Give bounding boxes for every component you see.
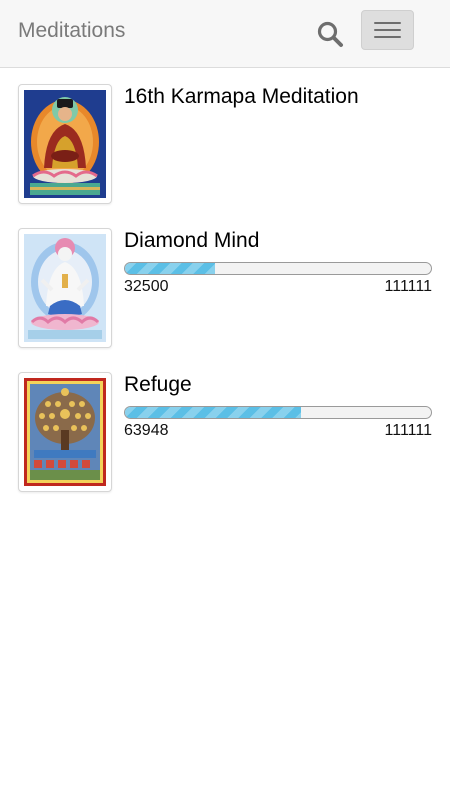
target-count: 111111 (384, 422, 432, 439)
progress-fill (125, 407, 302, 418)
target-count: 111111 (384, 278, 432, 295)
meditation-title: 16th Karmapa Meditation (124, 85, 359, 108)
app-header: Meditations (0, 0, 450, 68)
progress-bar (124, 262, 432, 275)
karmapa-thangka-image (18, 84, 112, 204)
search-button[interactable] (310, 14, 350, 54)
meditation-item-diamond-mind[interactable]: Diamond Mind 32500 111111 (0, 228, 450, 352)
meditation-item-karmapa[interactable]: 16th Karmapa Meditation (0, 84, 450, 208)
hamburger-menu-icon (374, 22, 401, 24)
refuge-tree-thangka-image (18, 372, 112, 492)
page-title: Meditations (18, 19, 126, 42)
search-icon (317, 21, 343, 47)
current-count: 32500 (124, 278, 169, 295)
menu-button[interactable] (361, 10, 414, 50)
meditation-title: Diamond Mind (124, 229, 260, 252)
meditation-item-refuge[interactable]: Refuge 63948 111111 (0, 372, 450, 496)
diamond-mind-thangka-image (18, 228, 112, 348)
progress-fill (125, 263, 215, 274)
current-count: 63948 (124, 422, 169, 439)
meditation-title: Refuge (124, 373, 192, 396)
progress-bar (124, 406, 432, 419)
